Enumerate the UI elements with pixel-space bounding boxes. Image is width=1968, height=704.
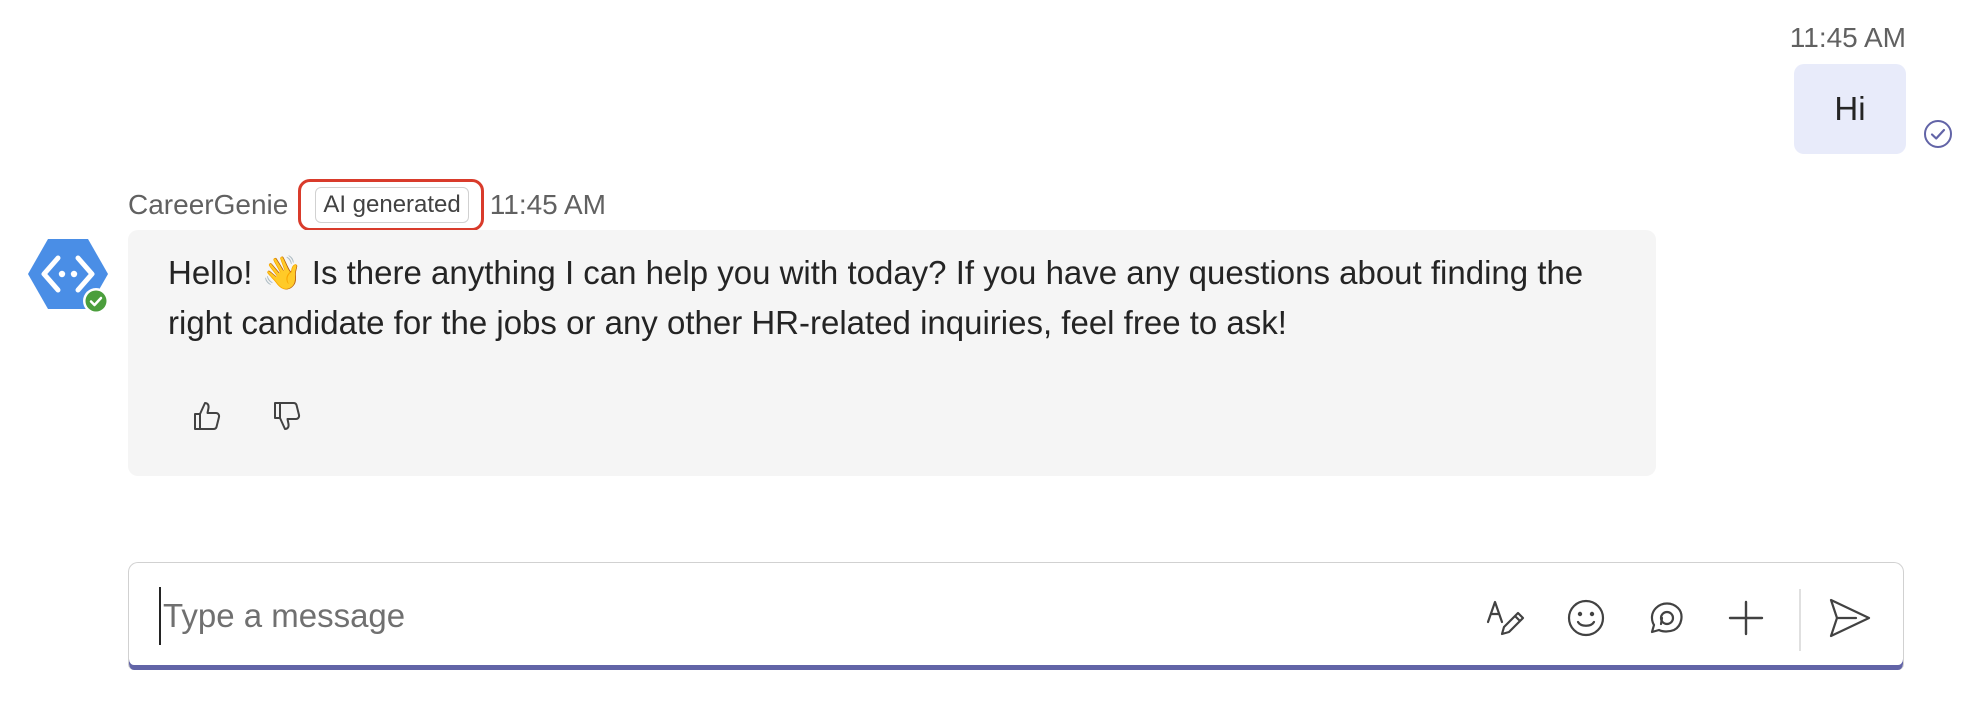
loop-icon	[1650, 602, 1683, 634]
format-icon	[1486, 600, 1525, 636]
message-header: CareerGenie AI generated 11:45 AM	[128, 179, 606, 231]
outgoing-timestamp: 11:45 AM	[1789, 22, 1906, 53]
thumbs-down-button[interactable]	[264, 394, 308, 438]
read-receipt-icon	[1922, 118, 1954, 150]
thumbs-up-button[interactable]	[184, 394, 228, 438]
ai-badge-highlight: AI generated	[298, 179, 484, 231]
incoming-message-text: Hello! 👋 Is there anything I can help yo…	[168, 254, 1584, 341]
send-button[interactable]	[1825, 593, 1875, 643]
send-icon	[1829, 598, 1871, 638]
bot-avatar-icon	[28, 239, 109, 314]
incoming-timestamp: 11:45 AM	[489, 189, 606, 220]
plus-icon	[1728, 600, 1764, 636]
bot-avatar[interactable]	[28, 236, 109, 316]
thumbs-up-icon	[194, 402, 221, 430]
toolbar-divider	[1799, 589, 1801, 651]
compose-box	[128, 562, 1904, 670]
message-input[interactable]	[159, 587, 1465, 645]
available-status-icon	[83, 288, 109, 314]
plus-button[interactable]	[1721, 593, 1771, 643]
outgoing-message-bubble[interactable]: Hi	[1794, 64, 1906, 154]
outgoing-message-text: Hi	[1834, 90, 1866, 127]
incoming-message-bubble[interactable]: Hello! 👋 Is there anything I can help yo…	[128, 230, 1656, 476]
sender-name[interactable]: CareerGenie	[128, 189, 288, 221]
ai-generated-badge: AI generated	[315, 187, 469, 223]
emoji-button[interactable]	[1561, 593, 1611, 643]
loop-button[interactable]	[1641, 593, 1691, 643]
thumbs-down-icon	[274, 402, 301, 430]
format-button[interactable]	[1481, 593, 1531, 643]
emoji-icon	[1567, 599, 1605, 637]
